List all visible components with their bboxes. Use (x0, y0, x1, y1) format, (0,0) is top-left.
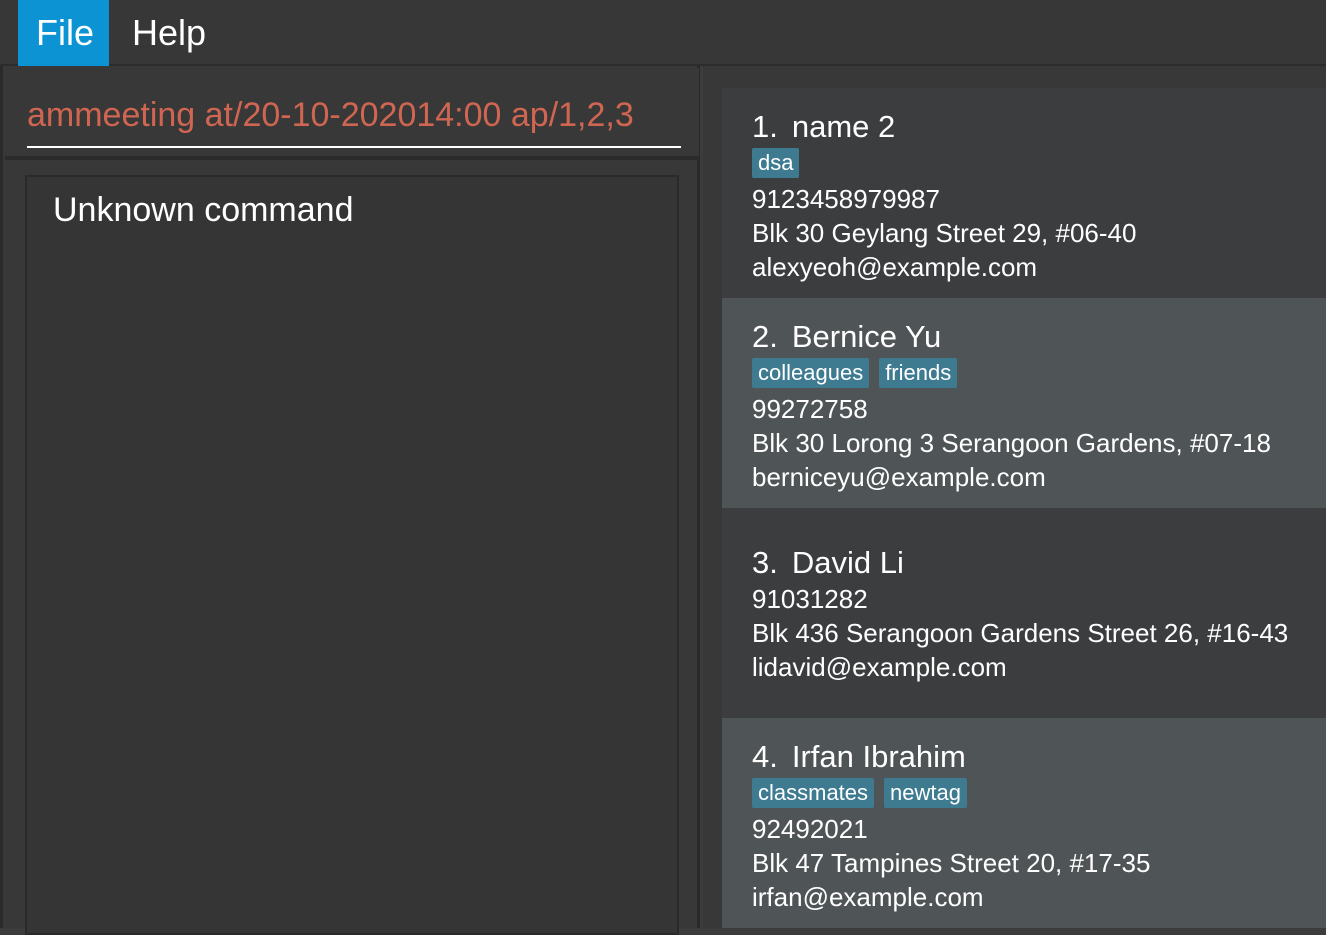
tag: newtag (884, 778, 967, 808)
person-card[interactable]: 4. Irfan Ibrahim classmates newtag 9249202… (722, 718, 1326, 928)
person-email: lidavid@example.com (752, 652, 1007, 682)
tag-list: colleagues friends (752, 358, 1326, 392)
tag: friends (879, 358, 958, 388)
result-display: Unknown command (25, 175, 679, 935)
tag: colleagues (752, 358, 870, 388)
person-index: 2. (752, 319, 778, 354)
command-box: ammeeting at/20-10-202014:00 ap/1,2,3 (5, 68, 699, 160)
person-phone: 91031282 (752, 584, 868, 614)
person-title: 1. name 2 (752, 108, 1326, 146)
person-card[interactable]: 1. name 2 dsa 9123458979987 Blk 30 Geylan… (722, 88, 1326, 298)
command-input-text: ammeeting at/20-10-202014:00 ap/1,2,3 (27, 96, 634, 134)
person-title: 2. Bernice Yu (752, 318, 1326, 356)
person-address: Blk 47 Tampines Street 20, #17-35 (752, 848, 1151, 878)
person-address: Blk 30 Geylang Street 29, #06-40 (752, 218, 1137, 248)
command-input[interactable]: ammeeting at/20-10-202014:00 ap/1,2,3 (27, 82, 681, 148)
person-index: 3. (752, 545, 778, 580)
person-email: irfan@example.com (752, 882, 984, 912)
person-index: 1. (752, 109, 778, 144)
person-card[interactable]: 2. Bernice Yu colleagues friends 99272758 … (722, 298, 1326, 508)
menu-help[interactable]: Help (114, 0, 224, 66)
tag: dsa (752, 148, 800, 178)
result-text: Unknown command (53, 191, 354, 229)
tag-list: dsa (752, 148, 1326, 182)
person-card[interactable]: 3. David Li 91031282 Blk 436 Serangoon Ga… (722, 508, 1326, 718)
menu-file[interactable]: File (18, 0, 109, 66)
person-phone: 9123458979987 (752, 184, 940, 214)
tag: classmates (752, 778, 875, 808)
person-address: Blk 30 Lorong 3 Serangoon Gardens, #07-1… (752, 428, 1271, 458)
person-email: berniceyu@example.com (752, 462, 1046, 492)
person-name: Bernice Yu (791, 319, 942, 354)
person-title: 4. Irfan Ibrahim (752, 738, 1326, 776)
menu-bar: File Help (0, 0, 1326, 66)
person-list[interactable]: 1. name 2 dsa 9123458979987 Blk 30 Geylan… (703, 66, 1326, 928)
person-name: name 2 (791, 109, 896, 144)
person-phone: 92492021 (752, 814, 868, 844)
person-name: David Li (791, 545, 904, 580)
person-phone: 99272758 (752, 394, 868, 424)
tag-list: classmates newtag (752, 778, 1326, 812)
left-pane: ammeeting at/20-10-202014:00 ap/1,2,3 Un… (0, 66, 700, 935)
person-email: alexyeoh@example.com (752, 252, 1038, 282)
person-name: Irfan Ibrahim (791, 739, 966, 774)
person-title: 3. David Li (752, 544, 1326, 582)
person-address: Blk 436 Serangoon Gardens Street 26, #16… (752, 618, 1289, 648)
person-index: 4. (752, 739, 778, 774)
